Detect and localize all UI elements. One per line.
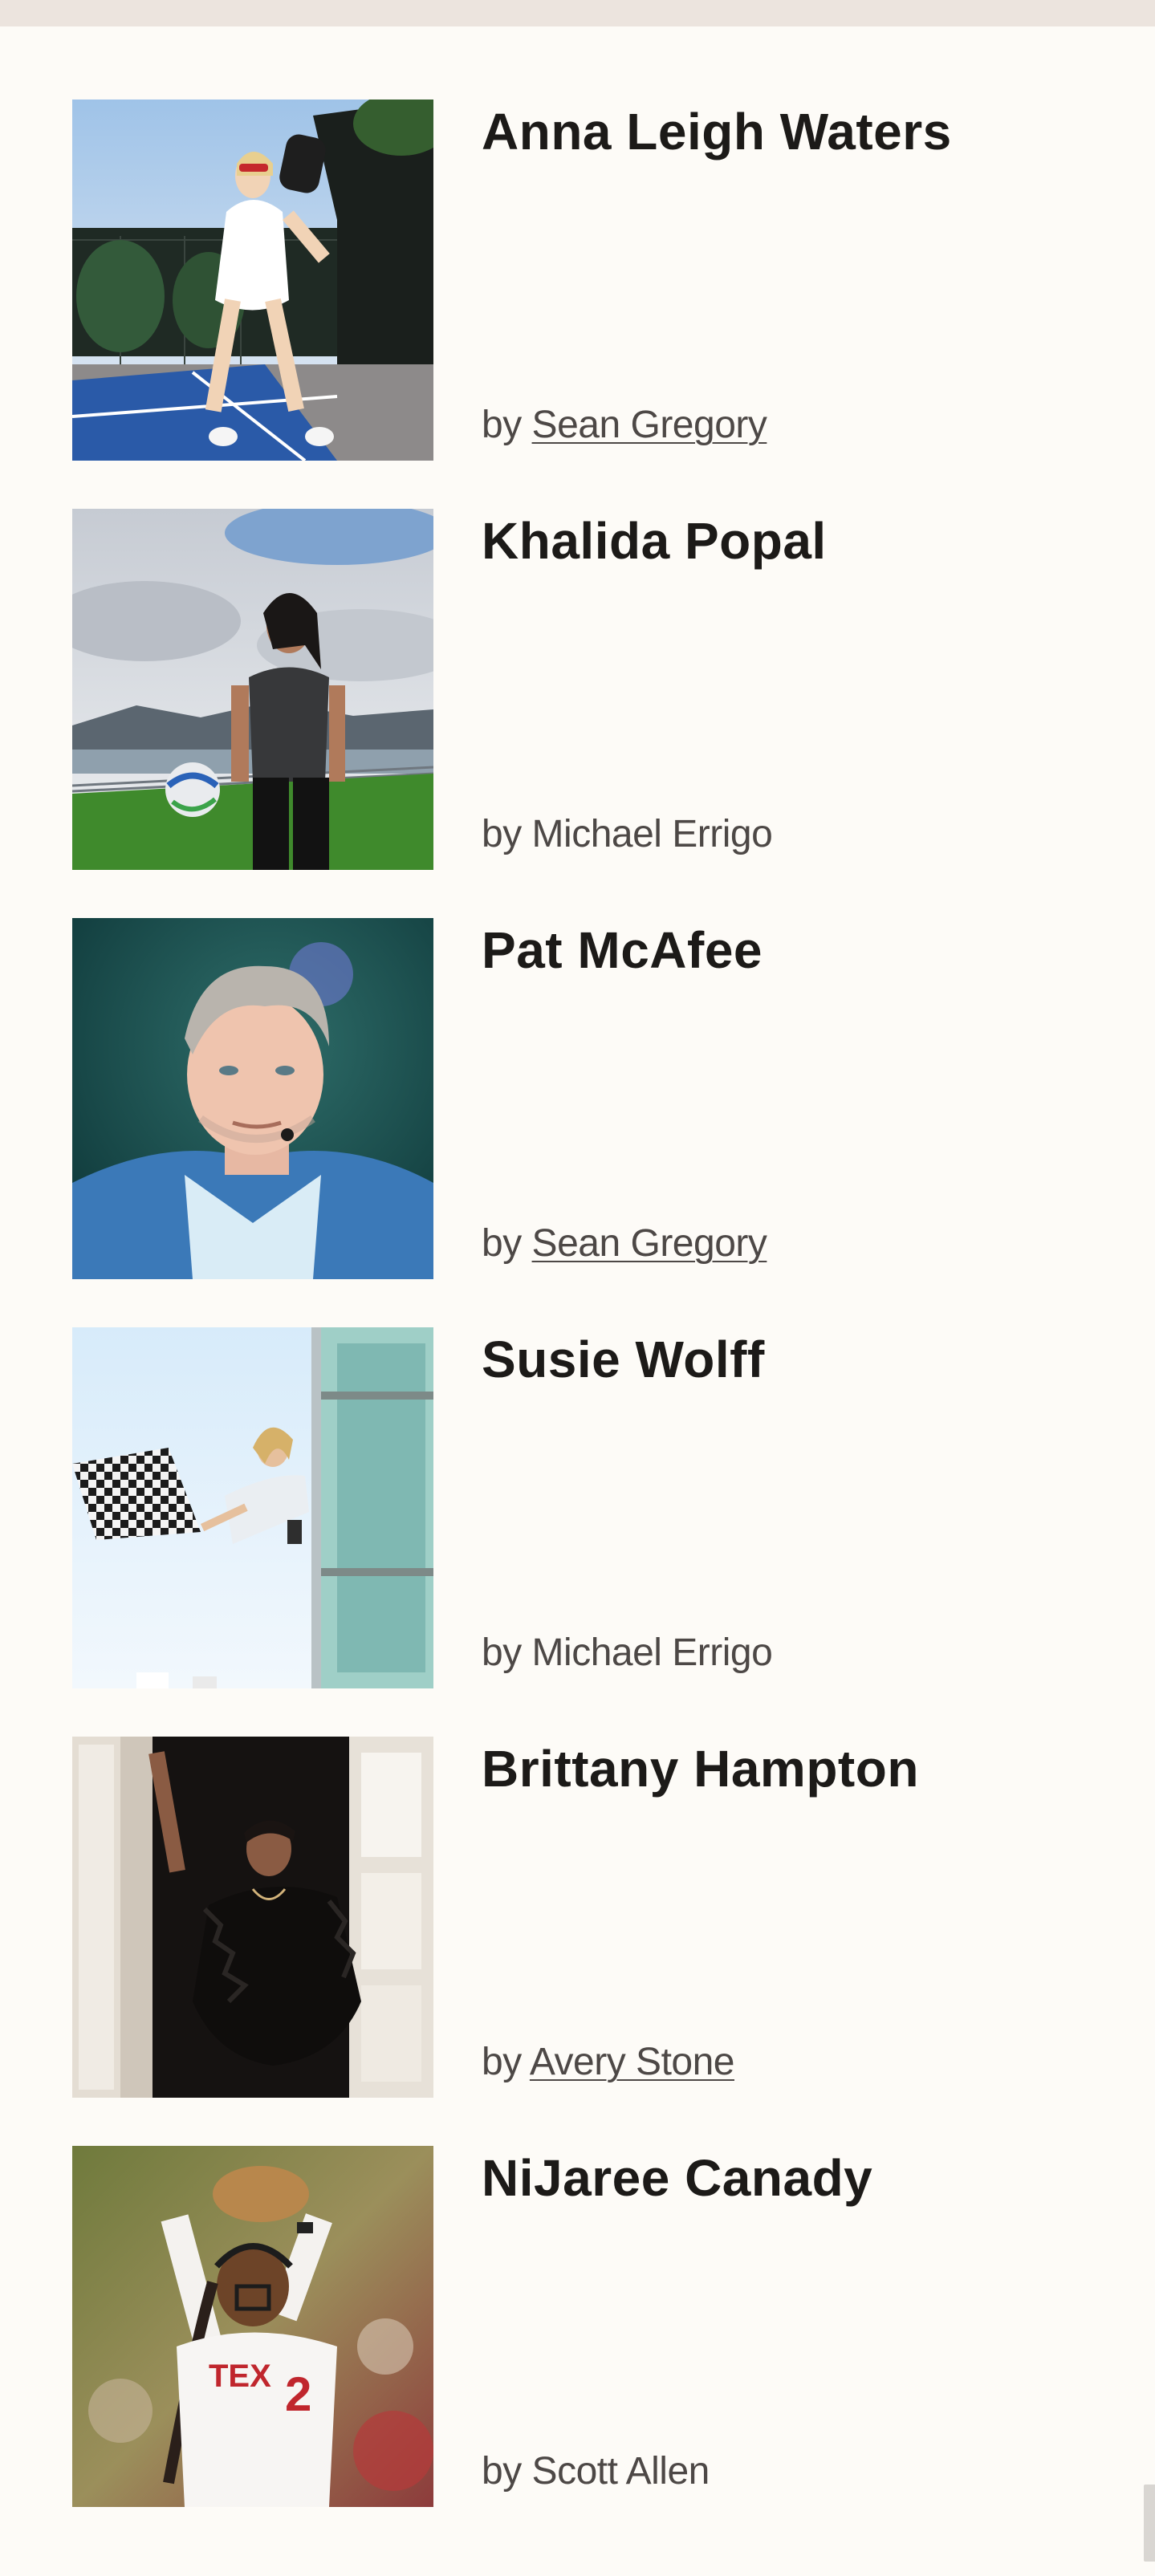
profile-name[interactable]: NiJaree Canady (482, 2149, 872, 2207)
soccer-player-photo (72, 509, 433, 870)
pickleball-player-photo (72, 100, 433, 461)
list-item: Khalida Popal by Michael Errigo (0, 509, 1155, 870)
byline-prefix: by (482, 1222, 522, 1265)
profile-image-link[interactable] (72, 100, 433, 461)
byline-prefix: by (482, 1631, 522, 1674)
profile-name[interactable]: Susie Wolff (482, 1331, 765, 1388)
profile-image-link[interactable] (72, 509, 433, 870)
byline-prefix: by (482, 404, 522, 446)
author-name: Michael Errigo (531, 1631, 773, 1674)
profile-image-link[interactable] (72, 1327, 433, 1688)
softball-pitcher-photo: TEX 2 (72, 2146, 433, 2507)
profile-name[interactable]: Khalida Popal (482, 512, 827, 570)
profile-name[interactable]: Pat McAfee (482, 921, 763, 979)
byline: by Sean Gregory (482, 1221, 767, 1266)
author-name: Michael Errigo (531, 813, 773, 855)
svg-text:TEX: TEX (209, 2359, 271, 2394)
list-item: Brittany Hampton by Avery Stone (0, 1737, 1155, 2098)
byline-prefix: by (482, 2450, 522, 2493)
byline: by Scott Allen (482, 2449, 710, 2494)
svg-text:2: 2 (285, 2367, 311, 2421)
checkered-flag-photo (72, 1327, 433, 1688)
list-item: TEX 2 NiJaree Canady by Scott Allen (0, 2146, 1155, 2507)
byline-prefix: by (482, 813, 522, 855)
broadcaster-photo (72, 918, 433, 1279)
byline: by Sean Gregory (482, 403, 767, 448)
profile-name[interactable]: Brittany Hampton (482, 1740, 919, 1798)
author-link[interactable]: Sean Gregory (532, 1222, 767, 1265)
profile-image-link[interactable] (72, 918, 433, 1279)
top-bar (0, 0, 1155, 26)
author-link[interactable]: Avery Stone (530, 2041, 735, 2083)
profile-name[interactable]: Anna Leigh Waters (482, 103, 952, 160)
profile-image-link[interactable] (72, 1737, 433, 2098)
list-item: Anna Leigh Waters by Sean Gregory (0, 100, 1155, 461)
list-item: Pat McAfee by Sean Gregory (0, 918, 1155, 1279)
list-item: Susie Wolff by Michael Errigo (0, 1327, 1155, 1688)
byline-prefix: by (482, 2041, 522, 2083)
author-link[interactable]: Sean Gregory (532, 404, 767, 446)
scrollbar-thumb[interactable] (1144, 2485, 1155, 2562)
author-name: Scott Allen (531, 2450, 710, 2493)
byline: by Michael Errigo (482, 812, 773, 857)
byline: by Michael Errigo (482, 1631, 773, 1676)
profile-image-link[interactable]: TEX 2 (72, 2146, 433, 2507)
byline: by Avery Stone (482, 2040, 735, 2085)
doorway-portrait-photo (72, 1737, 433, 2098)
